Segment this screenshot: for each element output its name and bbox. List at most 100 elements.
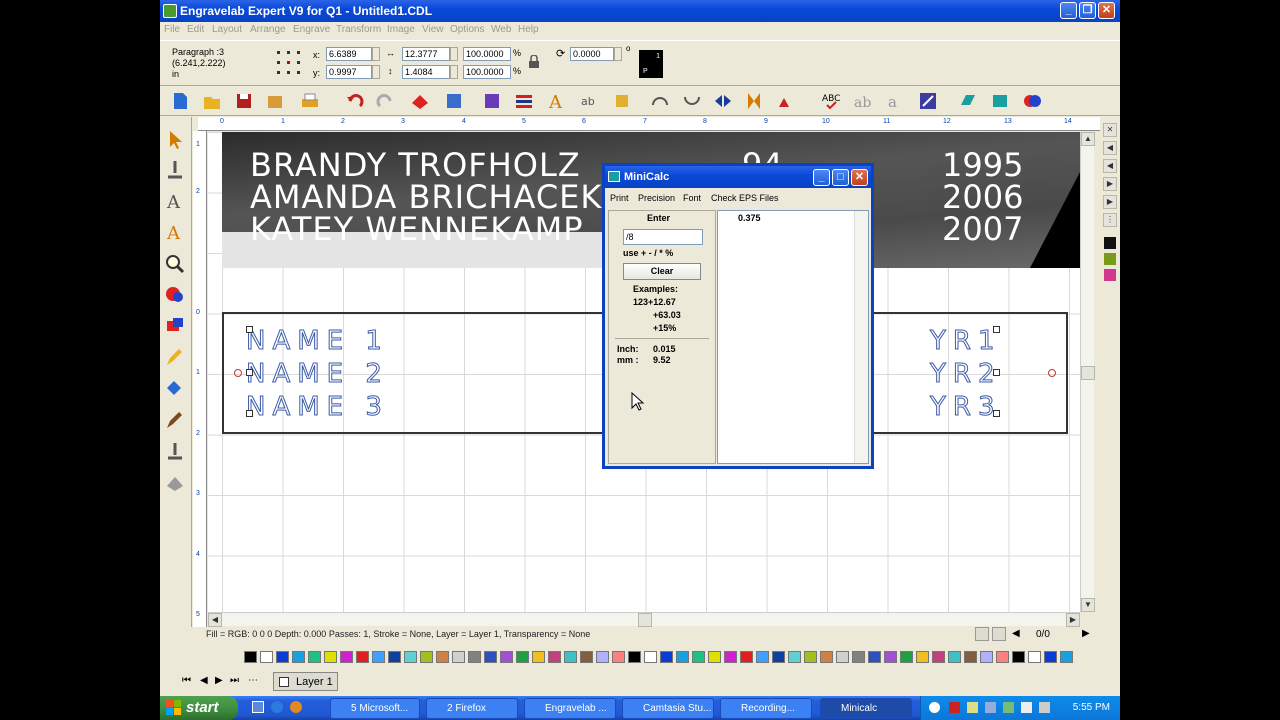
y-spinner[interactable]: [372, 65, 380, 79]
color-swatch[interactable]: [900, 651, 913, 663]
color-swatch[interactable]: [1028, 651, 1041, 663]
color-swatch[interactable]: [740, 651, 753, 663]
font-icon[interactable]: ab: [854, 91, 874, 111]
color-swatch[interactable]: [532, 651, 545, 663]
start-button[interactable]: start: [160, 696, 238, 720]
dock-menu-icon[interactable]: ⋮: [1103, 213, 1117, 227]
color-swatch[interactable]: [564, 651, 577, 663]
plate-year-2[interactable]: YR2: [930, 359, 1002, 390]
combine-icon[interactable]: [444, 91, 464, 111]
color-swatch[interactable]: [868, 651, 881, 663]
layer-first-icon[interactable]: ⏮: [182, 675, 191, 686]
transform-icon[interactable]: [918, 91, 938, 111]
arc-text-reverse-icon[interactable]: [682, 91, 702, 111]
menu-transform[interactable]: Transform: [336, 24, 381, 35]
color-swatch[interactable]: [468, 651, 481, 663]
import-icon[interactable]: [265, 91, 285, 111]
menu-arrange[interactable]: Arrange: [250, 24, 286, 35]
minicalc-window[interactable]: MiniCalc _ □ ✕ Print Precision Font Chec…: [602, 163, 874, 469]
flip-icon[interactable]: [744, 91, 764, 111]
vertical-scrollbar[interactable]: ▲ ▼: [1080, 132, 1095, 612]
tray-icon[interactable]: [1003, 702, 1014, 713]
color-swatch[interactable]: [404, 651, 417, 663]
selection-handle[interactable]: [246, 410, 253, 417]
color-swatch[interactable]: [756, 651, 769, 663]
scroll-right-button[interactable]: ▶: [1066, 613, 1080, 627]
minicalc-menu-check-eps[interactable]: Check EPS Files: [711, 193, 779, 203]
color-swatch[interactable]: [884, 651, 897, 663]
scroll-left-button[interactable]: ◀: [208, 613, 222, 627]
color-swatch[interactable]: [548, 651, 561, 663]
taskbar-minicalc-button[interactable]: Minicalc: [820, 698, 912, 719]
help-tray-icon[interactable]: [929, 702, 940, 713]
shapes-icon[interactable]: [776, 91, 796, 111]
page-next-icon[interactable]: ▶: [1082, 628, 1090, 639]
horizontal-scroll-thumb[interactable]: [638, 613, 652, 627]
new-file-icon[interactable]: [170, 91, 190, 111]
group-icon[interactable]: [482, 91, 502, 111]
text-style-icon[interactable]: a: [886, 91, 906, 111]
minicalc-menu-precision[interactable]: Precision: [638, 193, 675, 203]
save-icon[interactable]: [234, 91, 254, 111]
color-swatch[interactable]: [692, 651, 705, 663]
color-swatch[interactable]: [916, 651, 929, 663]
node-tool-icon[interactable]: [164, 159, 186, 181]
color-swatch[interactable]: [1012, 651, 1025, 663]
color-swatch[interactable]: [276, 651, 289, 663]
color-swatch[interactable]: [388, 651, 401, 663]
color-swatch[interactable]: [1060, 651, 1073, 663]
color-swatch[interactable]: [356, 651, 369, 663]
color-swatch[interactable]: [996, 651, 1009, 663]
menu-file[interactable]: File: [164, 24, 180, 35]
minicalc-menu-font[interactable]: Font: [683, 193, 701, 203]
color-swatch[interactable]: [788, 651, 801, 663]
plate-year-3[interactable]: YR3: [930, 392, 1002, 423]
page-prev-icon[interactable]: ◀: [1012, 628, 1020, 639]
menu-options[interactable]: Options: [450, 24, 484, 35]
color-swatch[interactable]: [292, 651, 305, 663]
color-swatch[interactable]: [372, 651, 385, 663]
quicklaunch-desktop-icon[interactable]: [252, 701, 264, 713]
shape-tool-icon[interactable]: [164, 284, 186, 306]
text-tool-icon[interactable]: A: [164, 221, 186, 243]
layer-prev-icon[interactable]: ◀: [200, 675, 208, 686]
minicalc-result-panel[interactable]: 0.375: [717, 210, 869, 464]
close-button[interactable]: ✕: [1098, 2, 1115, 19]
lock-ratio-icon[interactable]: [528, 55, 540, 69]
menu-image[interactable]: Image: [387, 24, 415, 35]
color-swatch[interactable]: [436, 651, 449, 663]
color-swatch[interactable]: [500, 651, 513, 663]
pen-swatch[interactable]: 1 P: [639, 50, 663, 78]
quicklaunch-browser-icon[interactable]: [290, 701, 302, 713]
reference-point-icon[interactable]: [275, 49, 305, 79]
color-swatch[interactable]: [244, 651, 257, 663]
color-swatch[interactable]: [676, 651, 689, 663]
tray-icon[interactable]: [985, 702, 996, 713]
taskbar-recording-button[interactable]: Recording...: [720, 698, 812, 719]
menu-view[interactable]: View: [422, 24, 444, 35]
color-swatch[interactable]: [612, 651, 625, 663]
tray-icon[interactable]: [967, 702, 978, 713]
scroll-down-button[interactable]: ▼: [1081, 598, 1095, 612]
color-swatch[interactable]: [260, 651, 273, 663]
color-swatch[interactable]: [852, 651, 865, 663]
color-swatch[interactable]: [644, 651, 657, 663]
pointer-tool-icon[interactable]: [164, 129, 186, 151]
rectangle-tool-icon[interactable]: [164, 315, 186, 337]
arc-text-icon[interactable]: [650, 91, 670, 111]
color-swatch[interactable]: [324, 651, 337, 663]
engrave-tool-icon[interactable]: [164, 440, 186, 462]
green-pen-icon[interactable]: [1104, 253, 1116, 265]
layer-1-tab[interactable]: Layer 1: [273, 672, 338, 691]
weld-icon[interactable]: [410, 91, 430, 111]
align-icon[interactable]: [514, 91, 534, 111]
color-swatch[interactable]: [628, 651, 641, 663]
color-swatch[interactable]: [804, 651, 817, 663]
menu-layout[interactable]: Layout: [212, 24, 242, 35]
color-swatch[interactable]: [980, 651, 993, 663]
minimize-button[interactable]: _: [1060, 2, 1077, 19]
engrave-icon[interactable]: [958, 91, 978, 111]
page-icon[interactable]: [975, 627, 989, 641]
page-add-icon[interactable]: [992, 627, 1006, 641]
layer-last-icon[interactable]: ⏭: [230, 675, 239, 686]
